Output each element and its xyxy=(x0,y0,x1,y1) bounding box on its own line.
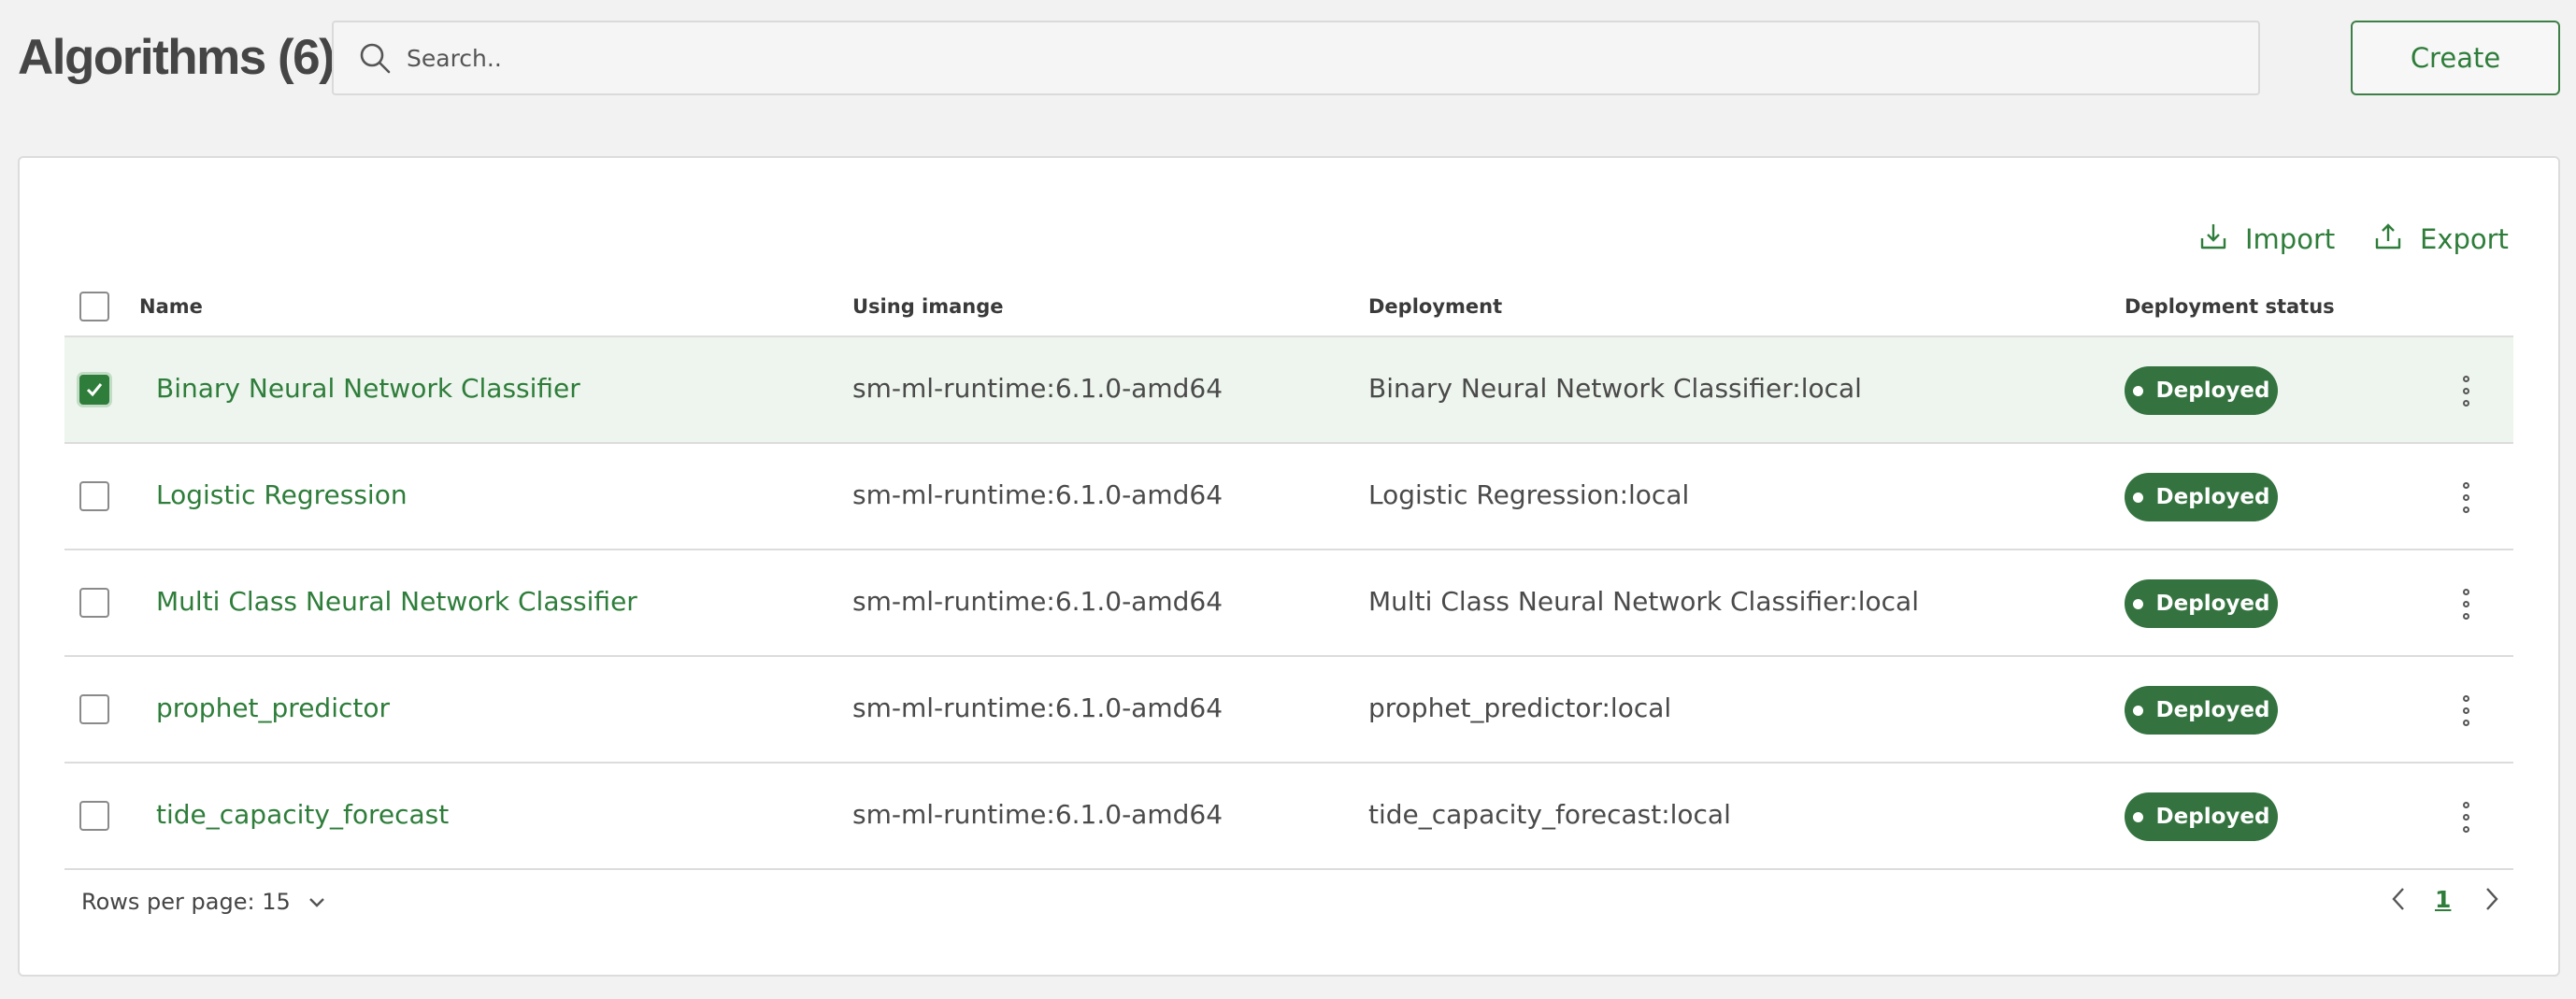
kebab-dot-icon xyxy=(2462,399,2469,407)
kebab-dot-icon xyxy=(2462,825,2469,833)
algorithm-name-link[interactable]: Logistic Regression xyxy=(156,479,408,510)
kebab-dot-icon xyxy=(2462,387,2469,394)
select-all-checkbox[interactable] xyxy=(79,292,109,321)
status-label: Deployed xyxy=(2155,378,2270,403)
deployment-cell: Logistic Regression:local xyxy=(1368,479,1690,510)
previous-page-button[interactable] xyxy=(2384,884,2412,918)
export-label: Export xyxy=(2420,223,2509,255)
kebab-dot-icon xyxy=(2462,813,2469,821)
chevron-left-icon xyxy=(2391,887,2406,915)
status-dot-icon xyxy=(2132,705,2143,716)
kebab-dot-icon xyxy=(2462,481,2469,489)
row-checkbox[interactable] xyxy=(79,481,109,511)
kebab-dot-icon xyxy=(2462,506,2469,513)
search-input[interactable] xyxy=(407,30,2182,86)
row-menu-button[interactable] xyxy=(2453,371,2479,410)
kebab-dot-icon xyxy=(2462,493,2469,501)
chevron-right-icon xyxy=(2484,887,2499,915)
deployment-cell: Binary Neural Network Classifier:local xyxy=(1368,373,1862,404)
export-button[interactable]: Export xyxy=(2373,221,2509,258)
image-cell: sm-ml-runtime:6.1.0-amd64 xyxy=(852,479,1224,510)
kebab-dot-icon xyxy=(2462,694,2469,702)
status-dot-icon xyxy=(2132,492,2143,503)
status-dot-icon xyxy=(2132,385,2143,396)
search-box[interactable] xyxy=(332,21,2260,95)
kebab-dot-icon xyxy=(2462,612,2469,620)
rows-per-page-label: Rows per page: 15 xyxy=(81,889,291,915)
kebab-dot-icon xyxy=(2462,801,2469,808)
status-badge: Deployed xyxy=(2125,792,2278,841)
deployment-cell: prophet_predictor:local xyxy=(1368,692,1672,723)
algorithm-name-link[interactable]: Binary Neural Network Classifier xyxy=(156,373,580,404)
table-row[interactable]: tide_capacity_forecast sm-ml-runtime:6.1.… xyxy=(64,764,2513,870)
next-page-button[interactable] xyxy=(2478,884,2506,918)
row-menu-button[interactable] xyxy=(2453,797,2479,836)
image-cell: sm-ml-runtime:6.1.0-amd64 xyxy=(852,586,1224,617)
table-row[interactable]: Multi Class Neural Network Classifier sm-… xyxy=(64,550,2513,657)
table-row[interactable]: prophet_predictor sm-ml-runtime:6.1.0-amd… xyxy=(64,657,2513,764)
chevron-down-icon xyxy=(308,889,326,915)
kebab-dot-icon xyxy=(2462,719,2469,726)
kebab-dot-icon xyxy=(2462,588,2469,595)
import-button[interactable]: Import xyxy=(2198,221,2335,258)
search-icon xyxy=(356,39,394,77)
algorithms-page: Algorithms (6) Create Import Export Name… xyxy=(0,0,2576,999)
status-label: Deployed xyxy=(2155,805,2270,829)
image-cell: sm-ml-runtime:6.1.0-amd64 xyxy=(852,373,1224,404)
rows-per-page-select[interactable]: Rows per page: 15 xyxy=(81,888,326,916)
status-label: Deployed xyxy=(2155,485,2270,509)
column-header-name[interactable]: Name xyxy=(139,295,203,318)
row-checkbox[interactable] xyxy=(79,588,109,618)
image-cell: sm-ml-runtime:6.1.0-amd64 xyxy=(852,692,1224,723)
status-label: Deployed xyxy=(2155,592,2270,616)
column-header-deployment[interactable]: Deployment xyxy=(1368,295,1502,318)
status-dot-icon xyxy=(2132,811,2143,822)
table-row[interactable]: Logistic Regression sm-ml-runtime:6.1.0-a… xyxy=(64,444,2513,550)
status-label: Deployed xyxy=(2155,698,2270,722)
algorithm-name-link[interactable]: Multi Class Neural Network Classifier xyxy=(156,586,637,617)
row-checkbox[interactable] xyxy=(79,694,109,724)
checkmark-icon xyxy=(86,383,103,397)
kebab-dot-icon xyxy=(2462,375,2469,382)
status-badge: Deployed xyxy=(2125,366,2278,415)
table-row[interactable]: Binary Neural Network Classifier sm-ml-ru… xyxy=(64,337,2513,444)
deployment-cell: Multi Class Neural Network Classifier:lo… xyxy=(1368,586,1919,617)
page-title: Algorithms (6) xyxy=(18,30,336,85)
status-badge: Deployed xyxy=(2125,686,2278,735)
row-checkbox[interactable] xyxy=(79,801,109,831)
row-checkbox[interactable] xyxy=(79,375,109,405)
algorithm-name-link[interactable]: prophet_predictor xyxy=(156,692,390,723)
status-dot-icon xyxy=(2132,598,2143,609)
deployment-cell: tide_capacity_forecast:local xyxy=(1368,799,1731,830)
kebab-dot-icon xyxy=(2462,600,2469,607)
status-badge: Deployed xyxy=(2125,473,2278,521)
row-menu-button[interactable] xyxy=(2453,691,2479,730)
status-badge: Deployed xyxy=(2125,579,2278,628)
import-icon xyxy=(2198,221,2228,258)
column-header-status[interactable]: Deployment status xyxy=(2125,295,2335,318)
kebab-dot-icon xyxy=(2462,706,2469,714)
row-menu-button[interactable] xyxy=(2453,584,2479,623)
page-number[interactable]: 1 xyxy=(2435,886,2451,913)
image-cell: sm-ml-runtime:6.1.0-amd64 xyxy=(852,799,1224,830)
table-header: Name Using imange Deployment Deployment … xyxy=(64,280,2513,337)
export-icon xyxy=(2373,221,2403,258)
row-menu-button[interactable] xyxy=(2453,478,2479,517)
create-button[interactable]: Create xyxy=(2351,21,2560,95)
import-label: Import xyxy=(2245,223,2336,255)
column-header-image[interactable]: Using imange xyxy=(852,295,1004,318)
algorithm-name-link[interactable]: tide_capacity_forecast xyxy=(156,799,449,830)
